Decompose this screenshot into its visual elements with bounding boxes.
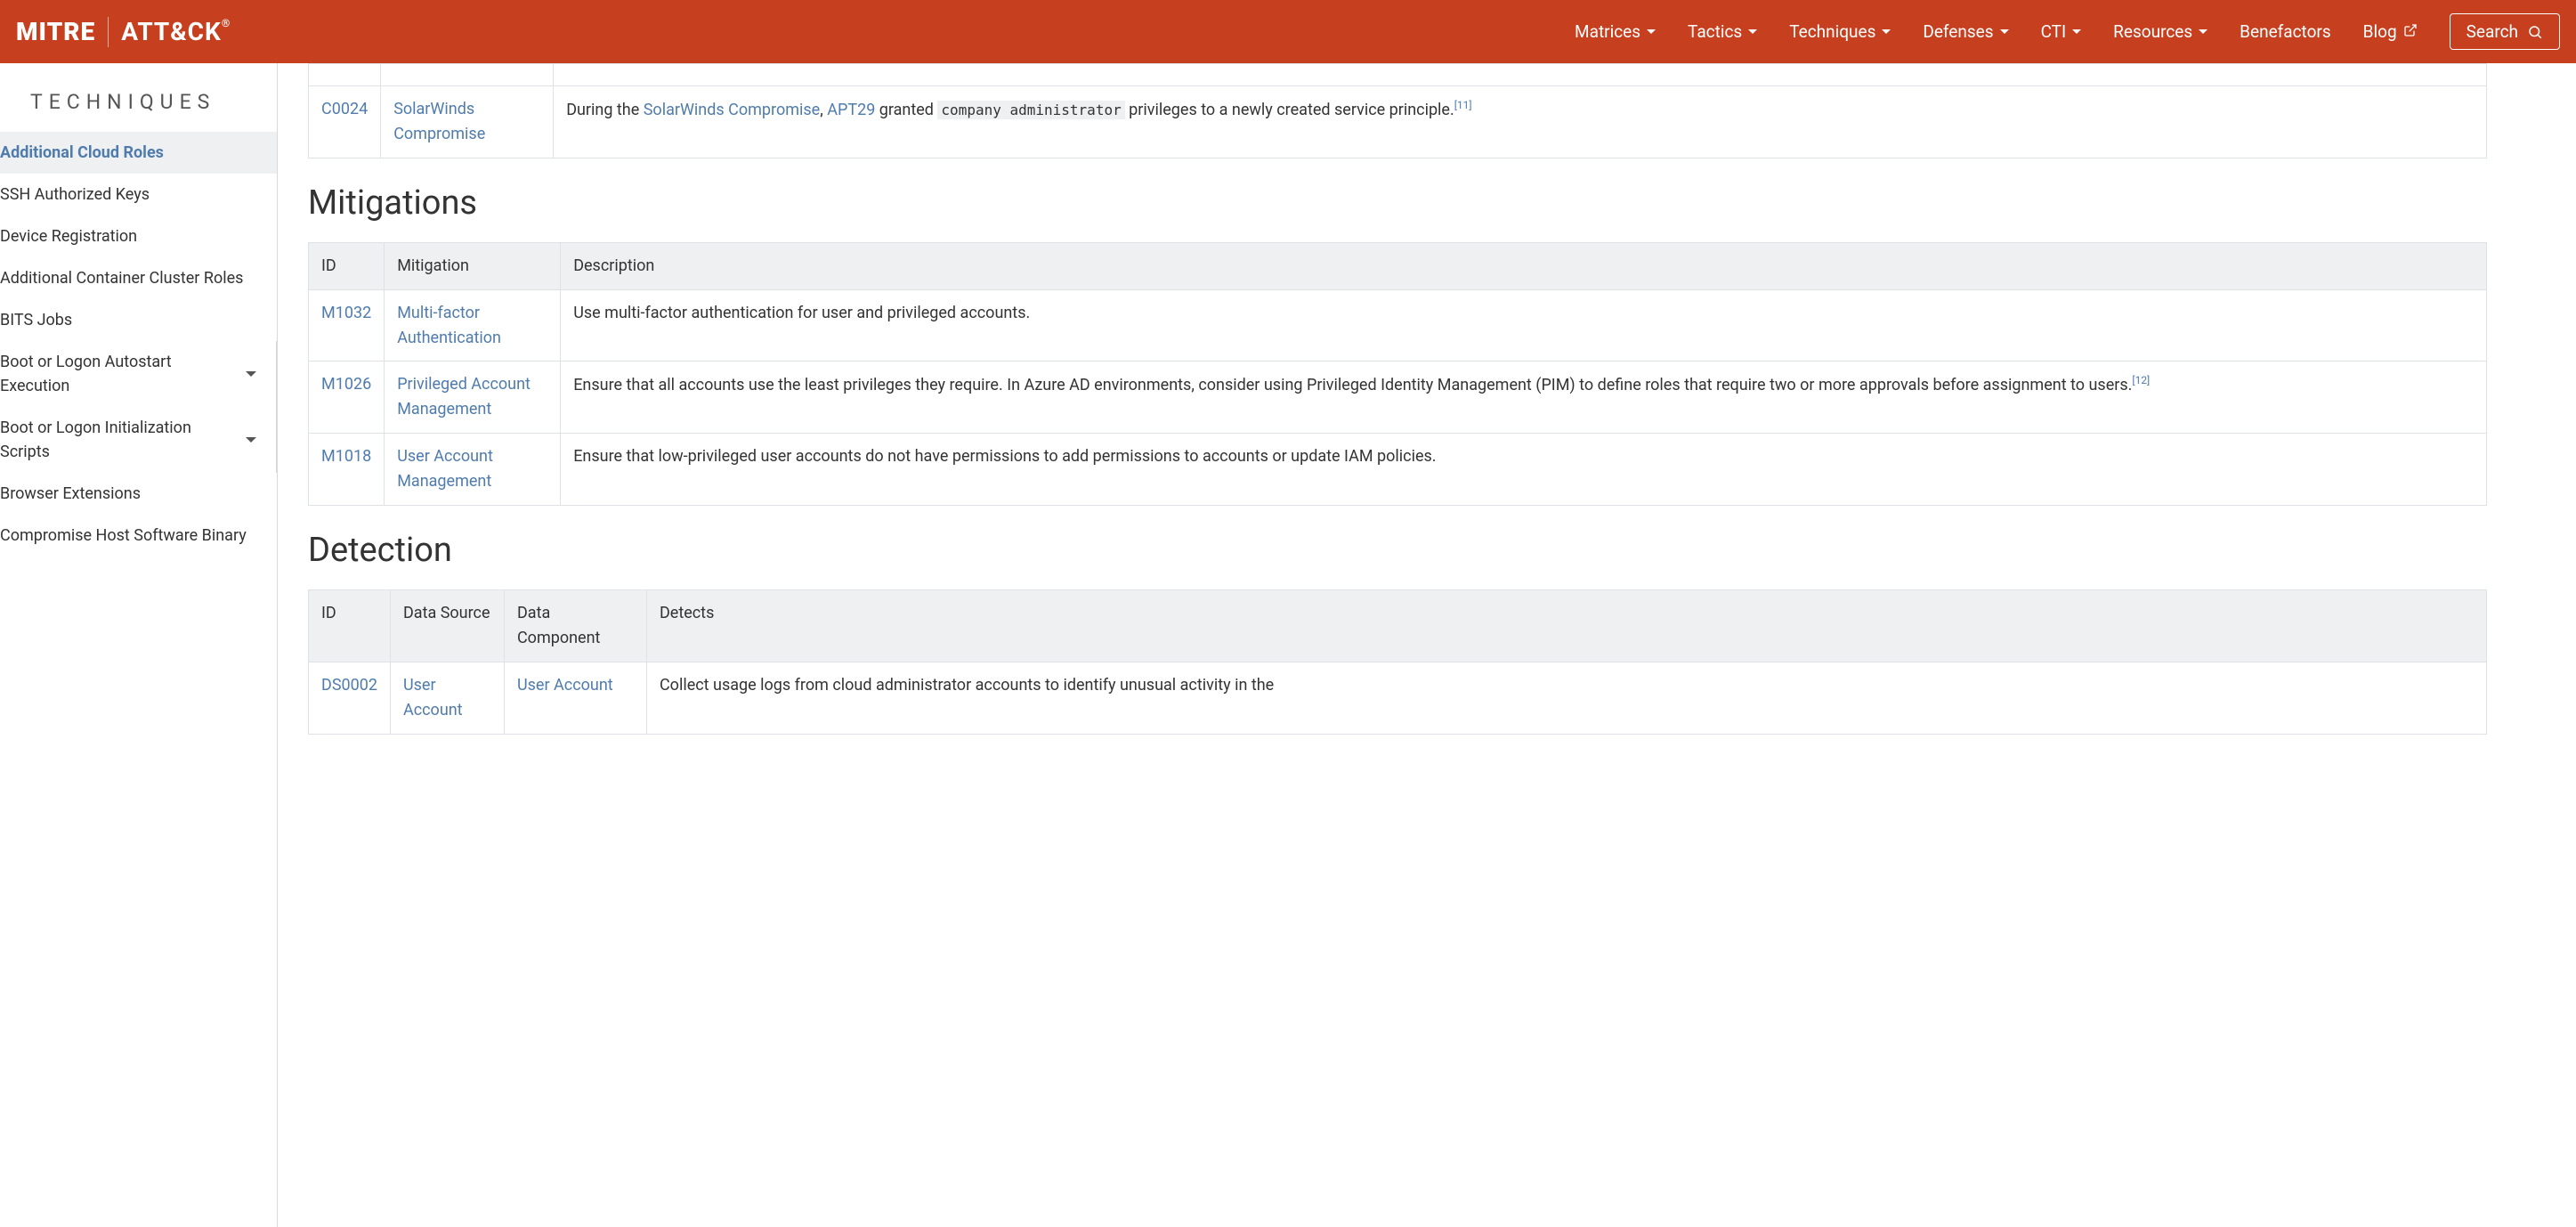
col-id: ID <box>309 590 391 662</box>
link-apt29[interactable]: APT29 <box>827 101 875 119</box>
brand-mitre: MITRE <box>16 17 95 46</box>
campaign-name-link[interactable]: SolarWinds Compromise <box>393 100 485 143</box>
sidebar-item-ssh-authorized-keys[interactable]: SSH Authorized Keys <box>0 174 277 215</box>
search-icon <box>2527 24 2543 40</box>
brand-logo[interactable]: MITRE ATT&CK® <box>16 17 231 47</box>
brand-divider <box>108 17 109 47</box>
mitigation-desc: Use multi-factor authentication for user… <box>561 289 2487 362</box>
col-data-source: Data Source <box>390 590 504 662</box>
citation-link[interactable]: [11] <box>1454 99 1472 111</box>
mitigation-name-link[interactable]: Multi-factor Authentication <box>397 304 501 347</box>
sidebar-item-additional-cloud-roles[interactable]: Additional Cloud Roles <box>0 132 277 174</box>
top-navbar: MITRE ATT&CK® Matrices Tactics Technique… <box>0 0 2576 63</box>
search-button[interactable]: Search <box>2450 13 2560 50</box>
link-solarwinds[interactable]: SolarWinds Compromise <box>644 101 820 119</box>
sidebar-item-bits-jobs[interactable]: BITS Jobs <box>0 299 277 341</box>
code-text: company administrator <box>937 101 1124 119</box>
caret-down-icon <box>1882 29 1891 34</box>
detection-desc: Collect usage logs from cloud administra… <box>646 662 2486 734</box>
detection-component-link[interactable]: User Account <box>517 676 613 695</box>
nav-matrices[interactable]: Matrices <box>1575 21 1656 42</box>
table-row: M1032 Multi-factor Authentication Use mu… <box>309 289 2487 362</box>
expand-toggle[interactable] <box>239 371 263 377</box>
nav-techniques[interactable]: Techniques <box>1789 21 1891 42</box>
table-row: M1026 Privileged Account Management Ensu… <box>309 362 2487 434</box>
mitigation-name-link[interactable]: User Account Management <box>397 447 493 491</box>
caret-down-icon <box>2072 29 2081 34</box>
campaign-description: During the SolarWinds Compromise, APT29 … <box>554 86 2487 158</box>
sidebar-item-device-registration[interactable]: Device Registration <box>0 215 277 257</box>
detection-heading: Detection <box>308 531 2487 570</box>
campaign-id-link[interactable]: C0024 <box>321 100 368 118</box>
sidebar-item-browser-extensions[interactable]: Browser Extensions <box>0 473 277 515</box>
mitigations-table: ID Mitigation Description M1032 Multi-fa… <box>308 242 2487 506</box>
caret-down-icon <box>2199 29 2207 34</box>
table-row: DS0002 User Account User Account Collect… <box>309 662 2487 734</box>
search-label: Search <box>2467 21 2518 42</box>
table-row <box>309 64 2487 86</box>
mitigation-name-link[interactable]: Privileged Account Management <box>397 375 531 418</box>
nav-benefactors[interactable]: Benefactors <box>2240 21 2330 42</box>
nav-defenses[interactable]: Defenses <box>1923 21 2008 42</box>
mitigations-heading: Mitigations <box>308 183 2487 223</box>
sidebar-title: TECHNIQUES <box>0 90 277 132</box>
nav-tactics[interactable]: Tactics <box>1688 21 1757 42</box>
nav-cti[interactable]: CTI <box>2041 21 2082 42</box>
table-row: M1018 User Account Management Ensure tha… <box>309 434 2487 506</box>
detection-id-link[interactable]: DS0002 <box>321 676 377 695</box>
sidebar: TECHNIQUES Additional Cloud Roles SSH Au… <box>0 63 278 1227</box>
nav-blog[interactable]: Blog <box>2363 21 2418 42</box>
mitigation-id-link[interactable]: M1018 <box>321 447 371 466</box>
sidebar-item-boot-autostart[interactable]: Boot or Logon Autostart Execution <box>0 341 277 407</box>
sidebar-item-additional-container-cluster-roles[interactable]: Additional Container Cluster Roles <box>0 257 277 299</box>
sidebar-item-boot-init-scripts[interactable]: Boot or Logon Initialization Scripts <box>0 407 277 473</box>
col-detects: Detects <box>646 590 2486 662</box>
caret-down-icon <box>2000 29 2009 34</box>
mitigation-id-link[interactable]: M1026 <box>321 375 371 394</box>
nav-links: Matrices Tactics Techniques Defenses CTI… <box>1575 21 2418 42</box>
mitigation-desc: Ensure that low-privileged user accounts… <box>561 434 2487 506</box>
caret-down-icon <box>1647 29 1656 34</box>
detection-table: ID Data Source Data Component Detects DS… <box>308 589 2487 735</box>
col-id: ID <box>309 242 385 289</box>
table-row: C0024 SolarWinds Compromise During the S… <box>309 86 2487 158</box>
mitigation-id-link[interactable]: M1032 <box>321 304 371 322</box>
campaign-table: C0024 SolarWinds Compromise During the S… <box>308 63 2487 158</box>
chevron-down-icon <box>246 437 256 443</box>
detection-source-link[interactable]: User Account <box>403 676 463 719</box>
expand-toggle[interactable] <box>239 437 263 443</box>
col-data-component: Data Component <box>504 590 646 662</box>
external-link-icon <box>2403 21 2418 42</box>
col-description: Description <box>561 242 2487 289</box>
chevron-down-icon <box>246 371 256 377</box>
nav-resources[interactable]: Resources <box>2113 21 2207 42</box>
sidebar-item-compromise-host-binary[interactable]: Compromise Host Software Binary <box>0 515 277 557</box>
citation-link[interactable]: [12] <box>2132 374 2150 386</box>
caret-down-icon <box>1748 29 1757 34</box>
mitigation-desc: Ensure that all accounts use the least p… <box>561 362 2487 434</box>
brand-attack: ATT&CK® <box>121 17 231 46</box>
main-content: C0024 SolarWinds Compromise During the S… <box>278 63 2576 1227</box>
col-mitigation: Mitigation <box>385 242 561 289</box>
